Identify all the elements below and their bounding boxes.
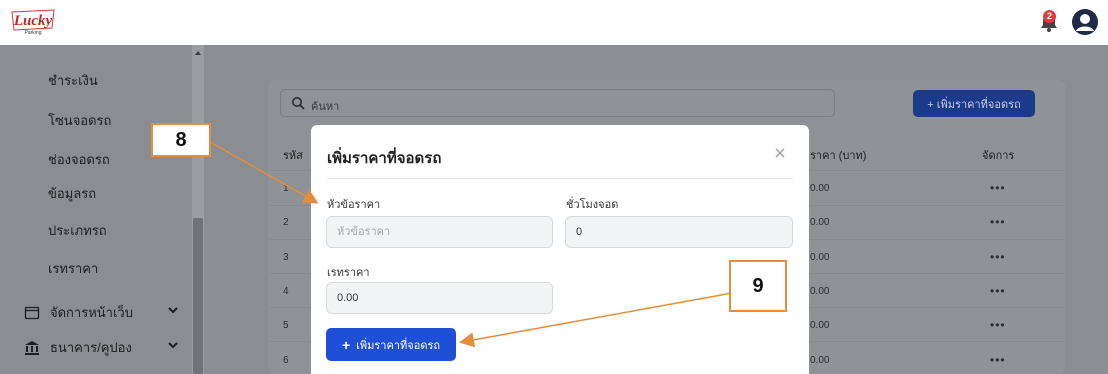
price-title-input[interactable] <box>326 216 553 248</box>
lucky-parking-logo[interactable]: Lucky Parking <box>8 6 58 38</box>
plus-icon: + <box>341 336 351 353</box>
table-row-no: 6 <box>283 355 289 366</box>
search-placeholder: ค้นหา <box>311 101 340 113</box>
chevron-down-icon <box>168 342 178 349</box>
sidebar-group-web-manage[interactable]: จัดการหน้าเว็บ <box>24 302 179 323</box>
table-row-no: 2 <box>283 217 289 228</box>
parking-hours-label: ชั่วโมงจอด <box>566 199 619 211</box>
table-row-price: 0.00 <box>810 217 830 228</box>
submit-add-price-button[interactable]: + เพิ่มราคาที่จอดรถ <box>326 328 456 361</box>
table-row-price: 0.00 <box>810 320 830 331</box>
row-actions-button[interactable]: ••• <box>990 181 1006 195</box>
sidebar-item-price-rate[interactable]: เรทราคา <box>48 258 98 279</box>
row-actions-button[interactable]: ••• <box>990 318 1006 332</box>
annotation-marker-9: 9 <box>729 260 787 312</box>
column-header-price: ราคา (บาท) <box>810 150 867 162</box>
search-icon <box>292 97 305 110</box>
row-actions-button[interactable]: ••• <box>990 284 1006 298</box>
price-title-label: หัวข้อราคา <box>327 199 381 211</box>
chevron-down-icon <box>168 307 178 314</box>
submit-button-label: เพิ่มราคาที่จอดรถ <box>356 339 441 352</box>
logo-text: Lucky <box>13 13 53 29</box>
logo-subtext: Parking <box>25 30 42 36</box>
window-icon <box>24 306 40 319</box>
add-price-modal: เพิ่มราคาที่จอดรถ หัวข้อราคา ชั่วโมงจอด … <box>311 125 809 374</box>
scrollbar-thumb[interactable] <box>193 218 203 374</box>
top-bar: Lucky Parking 2 <box>0 0 1108 45</box>
modal-header-divider <box>327 178 793 179</box>
sidebar <box>0 45 205 374</box>
avatar-icon[interactable] <box>1071 8 1099 36</box>
table-row-no: 4 <box>283 286 289 297</box>
table-row-price: 0.00 <box>810 286 830 297</box>
bank-icon <box>25 340 39 355</box>
scroll-up-arrow-icon[interactable] <box>194 49 202 57</box>
sidebar-group-label: ธนาคาร/คูปอง <box>50 340 132 355</box>
column-header-manage: จัดการ <box>982 150 1015 162</box>
table-row-no: 1 <box>283 183 289 194</box>
column-header-id: รหัส <box>283 150 303 162</box>
sidebar-item-parking-zone[interactable]: โซนจอดรถ <box>48 110 111 131</box>
sidebar-item-payment[interactable]: ชำระเงิน <box>48 70 98 91</box>
sidebar-group-label: จัดการหน้าเว็บ <box>50 305 133 320</box>
price-rate-input[interactable] <box>326 282 553 314</box>
price-rate-label: เรทราคา <box>327 267 370 279</box>
sidebar-item-car-info[interactable]: ข้อมูลรถ <box>48 183 96 204</box>
table-row-price: 0.00 <box>810 183 830 194</box>
parking-hours-input[interactable] <box>565 216 793 248</box>
row-actions-button[interactable]: ••• <box>990 215 1006 229</box>
close-icon[interactable] <box>773 146 787 160</box>
row-actions-button[interactable]: ••• <box>990 250 1006 264</box>
table-row-no: 3 <box>283 252 289 263</box>
annotation-marker-8: 8 <box>151 123 211 157</box>
table-row-no: 5 <box>283 320 289 331</box>
search-box[interactable]: ค้นหา <box>280 89 835 117</box>
sidebar-group-bank-coupon[interactable]: ธนาคาร/คูปอง <box>24 337 179 358</box>
table-row-price: 0.00 <box>810 355 830 366</box>
notification-badge: 2 <box>1043 10 1056 23</box>
table-row-price: 0.00 <box>810 252 830 263</box>
sidebar-item-car-type[interactable]: ประเภทรถ <box>48 220 107 241</box>
add-price-button[interactable]: + เพิ่มราคาที่จอดรถ <box>913 90 1035 117</box>
modal-title: เพิ่มราคาที่จอดรถ <box>327 150 442 167</box>
row-actions-button[interactable]: ••• <box>990 353 1006 367</box>
sidebar-item-parking-slot[interactable]: ช่องจอดรถ <box>48 149 110 170</box>
